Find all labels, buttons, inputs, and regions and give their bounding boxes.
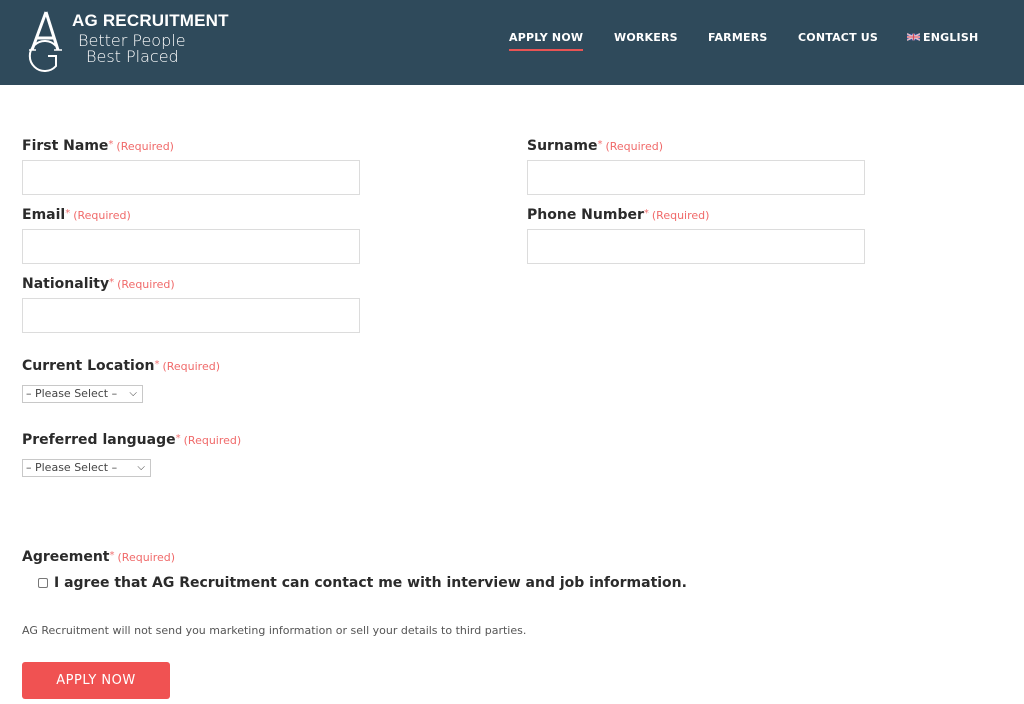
phone-label: Phone Number* (Required) xyxy=(527,207,709,223)
nav-language-label: ENGLISH xyxy=(923,31,979,44)
required-text: (Required) xyxy=(183,434,242,447)
surname-label-text: Surname xyxy=(527,138,598,154)
preferred-language-label-text: Preferred language xyxy=(22,432,176,448)
ag-monogram-icon xyxy=(28,11,62,72)
chevron-down-icon: ⌵ xyxy=(137,462,145,473)
required-star: * xyxy=(175,433,181,444)
uk-flag-icon xyxy=(907,33,920,41)
email-label-text: Email xyxy=(22,207,66,223)
required-text: (Required) xyxy=(116,140,174,153)
required-star: * xyxy=(597,139,603,150)
required-text: (Required) xyxy=(605,140,663,153)
current-location-selected: – Please Select – xyxy=(26,387,118,400)
nav-farmers[interactable]: FARMERS xyxy=(708,31,768,44)
site-logo[interactable]: AG RECRUITMENT Better People Best Placed xyxy=(22,8,229,74)
first-name-label-text: First Name xyxy=(22,138,109,154)
phone-input[interactable] xyxy=(527,229,865,264)
preferred-language-select[interactable]: – Please Select – ⌵ xyxy=(22,459,151,477)
required-text: (Required) xyxy=(162,360,220,373)
brand-tagline-2: Best Placed xyxy=(86,47,179,66)
email-label: Email* (Required) xyxy=(22,207,131,223)
agreement-checkbox[interactable] xyxy=(38,578,48,588)
nav-workers[interactable]: WORKERS xyxy=(614,31,678,44)
required-text: (Required) xyxy=(117,278,175,291)
first-name-label: First Name* (Required) xyxy=(22,138,174,154)
current-location-label: Current Location* (Required) xyxy=(22,358,220,374)
nav-contact-us[interactable]: CONTACT US xyxy=(798,31,878,44)
email-input[interactable] xyxy=(22,229,360,264)
current-location-select[interactable]: – Please Select – ⌵ xyxy=(22,385,143,403)
apply-now-button[interactable]: APPLY NOW xyxy=(22,662,170,699)
required-star: * xyxy=(108,139,114,150)
preferred-language-label: Preferred language* (Required) xyxy=(22,432,241,448)
surname-input[interactable] xyxy=(527,160,865,195)
required-star: * xyxy=(643,208,649,219)
chevron-down-icon: ⌵ xyxy=(129,388,137,399)
required-star: * xyxy=(109,277,115,288)
required-star: * xyxy=(109,550,115,561)
required-text: (Required) xyxy=(117,551,176,564)
phone-label-text: Phone Number xyxy=(527,207,644,223)
nationality-label-text: Nationality xyxy=(22,276,110,292)
required-star: * xyxy=(154,359,160,370)
nav-language-english[interactable]: ENGLISH xyxy=(907,31,978,44)
agreement-label: Agreement* (Required) xyxy=(22,549,175,565)
required-star: * xyxy=(65,208,71,219)
first-name-input[interactable] xyxy=(22,160,360,195)
preferred-language-selected: – Please Select – xyxy=(26,461,118,474)
nationality-input[interactable] xyxy=(22,298,360,333)
nationality-label: Nationality* (Required) xyxy=(22,276,175,292)
privacy-note: AG Recruitment will not send you marketi… xyxy=(22,624,527,637)
site-header: AG RECRUITMENT Better People Best Placed… xyxy=(0,0,1024,85)
required-text: (Required) xyxy=(651,209,710,222)
brand-title: AG RECRUITMENT xyxy=(72,11,229,30)
agreement-checkbox-label[interactable]: I agree that AG Recruitment can contact … xyxy=(54,575,687,591)
nav-apply-now[interactable]: APPLY NOW xyxy=(509,31,584,51)
surname-label: Surname* (Required) xyxy=(527,138,663,154)
current-location-label-text: Current Location xyxy=(22,358,155,374)
agreement-label-text: Agreement xyxy=(22,549,110,565)
required-text: (Required) xyxy=(73,209,131,222)
